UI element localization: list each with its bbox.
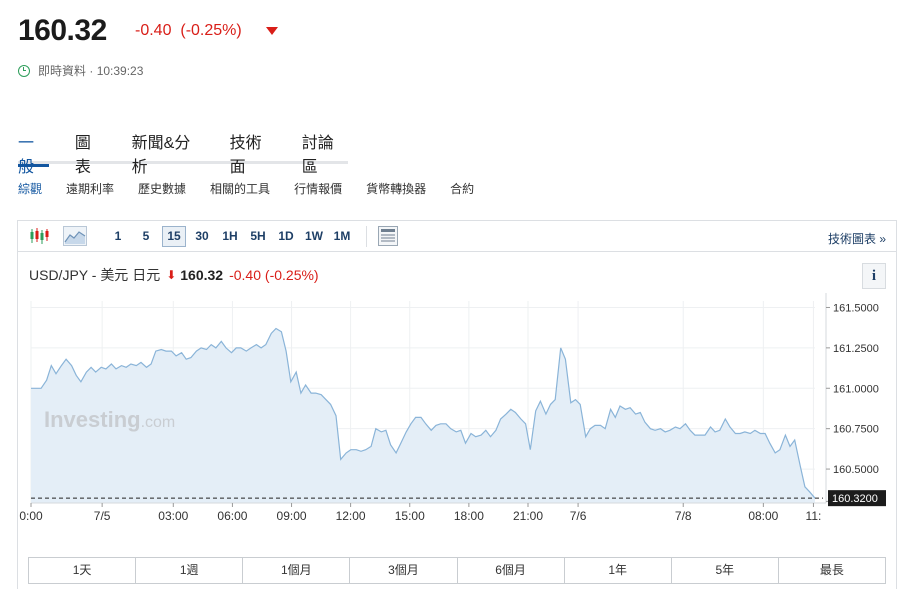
x-tick-label: 0:00 <box>19 509 43 523</box>
y-tick-label: 160.7500 <box>833 424 879 436</box>
last-price: 160.32 <box>18 14 107 47</box>
subtab-contracts[interactable]: 合約 <box>450 180 474 197</box>
period-1m[interactable]: 1個月 <box>243 558 351 583</box>
x-tick-label: 21:00 <box>513 509 543 523</box>
period-1y[interactable]: 1年 <box>565 558 672 583</box>
x-tick-label: 08:00 <box>748 509 778 523</box>
x-tick-label: 7/5 <box>94 509 111 523</box>
tab-chart[interactable]: 圖表 <box>75 128 106 176</box>
x-tick-label: 7/8 <box>675 509 692 523</box>
subtab-overview[interactable]: 綜觀 <box>18 180 42 197</box>
tab-discussion[interactable]: 討論區 <box>302 128 348 176</box>
chart-widget: 1 5 15 30 1H 5H 1D 1W 1M 技術圖表 » USD/JPY … <box>17 220 897 589</box>
period-1w[interactable]: 1週 <box>136 558 244 583</box>
live-label: 即時資料 <box>38 64 87 78</box>
period-5y[interactable]: 5年 <box>672 558 779 583</box>
change-value: -0.40 <box>135 22 172 39</box>
period-6m[interactable]: 6個月 <box>458 558 565 583</box>
clock-icon <box>18 64 30 77</box>
quote-time: · 10:39:23 <box>89 64 144 78</box>
subtab-historical-data[interactable]: 歷史數據 <box>138 180 186 197</box>
x-tick-label: 7/6 <box>570 509 587 523</box>
tab-technical[interactable]: 技術面 <box>230 128 276 176</box>
x-tick-label: 11: <box>806 509 822 523</box>
change-percent: (-0.25%) <box>180 22 242 39</box>
main-tabs: 一般 圖表 新聞&分析 技術面 討論區 <box>18 128 348 176</box>
subtab-currency-converter[interactable]: 貨幣轉換器 <box>366 180 426 197</box>
tab-news-analysis[interactable]: 新聞&分析 <box>132 128 204 176</box>
live-status: 即時資料 · 10:39:23 <box>18 62 143 79</box>
down-triangle-icon <box>266 27 278 35</box>
sub-tabs: 綜觀 遠期利率 歷史數據 相關的工具 行情報價 貨幣轉換器 合約 <box>18 180 474 197</box>
x-tick-label: 03:00 <box>158 509 188 523</box>
tab-general[interactable]: 一般 <box>18 128 49 176</box>
x-tick-label: 12:00 <box>336 509 366 523</box>
price-change: -0.40 (-0.25%) <box>135 22 242 40</box>
subtab-forward-rates[interactable]: 遠期利率 <box>66 180 114 197</box>
price-chart[interactable]: Investing.com161.5000161.2500161.0000160… <box>18 221 898 551</box>
y-tick-label: 160.5000 <box>833 464 879 476</box>
period-3m[interactable]: 3個月 <box>350 558 458 583</box>
x-tick-label: 18:00 <box>454 509 484 523</box>
period-selector: 1天 1週 1個月 3個月 6個月 1年 5年 最長 <box>28 557 886 584</box>
subtab-quotes[interactable]: 行情報價 <box>294 180 342 197</box>
x-tick-label: 06:00 <box>217 509 247 523</box>
x-tick-label: 15:00 <box>395 509 425 523</box>
x-tick-label: 09:00 <box>277 509 307 523</box>
period-1d[interactable]: 1天 <box>29 558 137 583</box>
current-price-label: 160.3200 <box>832 493 878 505</box>
y-tick-label: 161.5000 <box>833 302 879 314</box>
subtab-related-instruments[interactable]: 相關的工具 <box>210 180 270 197</box>
y-tick-label: 161.0000 <box>833 383 879 395</box>
y-tick-label: 161.2500 <box>833 343 879 355</box>
period-max[interactable]: 最長 <box>779 558 885 583</box>
